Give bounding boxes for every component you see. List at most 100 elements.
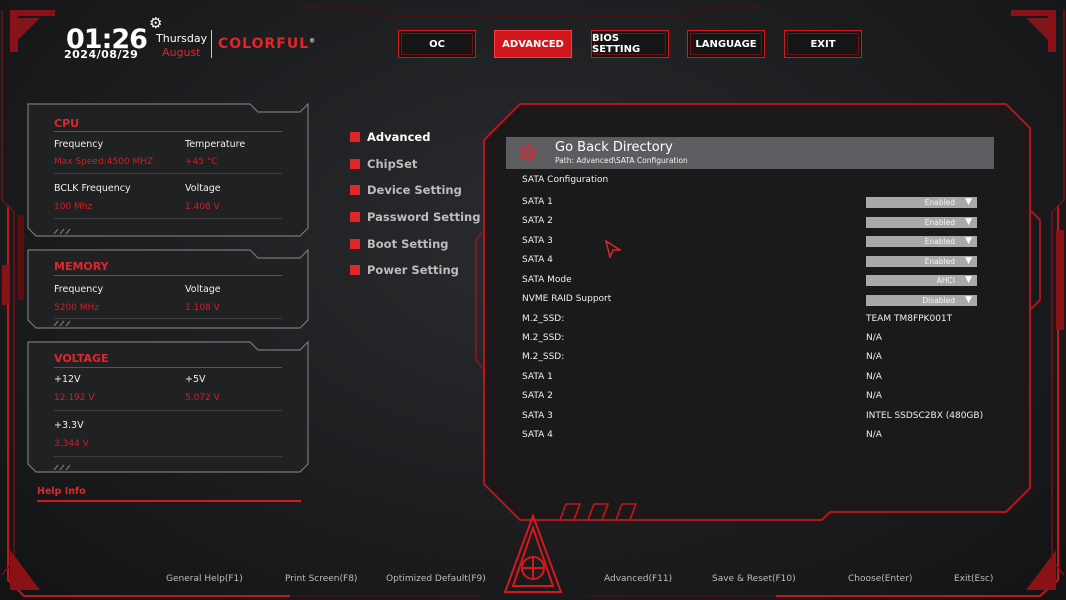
cpu-bottom-rule xyxy=(54,218,282,219)
cpu-temperature-label: Temperature xyxy=(185,139,246,150)
select-value: Enabled xyxy=(924,257,955,266)
menu-bullet-icon xyxy=(350,159,360,169)
select-sata4[interactable]: Enabled ▼ xyxy=(866,256,977,267)
select-sata2[interactable]: Enabled ▼ xyxy=(866,217,977,228)
footer-exit[interactable]: Exit(Esc) xyxy=(954,574,993,584)
mouse-cursor-icon xyxy=(605,240,621,258)
setting-label-sata1: SATA 1 xyxy=(522,197,553,207)
cpu-frequency-value: Max Speed:4500 MHZ xyxy=(54,157,154,167)
setting-label-nvme-raid: NVME RAID Support xyxy=(522,294,612,304)
voltage-bottom-rule xyxy=(54,456,282,457)
device-value-m2-3: N/A xyxy=(866,352,882,362)
menu-bullet-icon xyxy=(350,185,360,195)
setting-label-sata2: SATA 2 xyxy=(522,216,553,226)
menu-item-password-setting[interactable]: Password Setting xyxy=(350,210,480,224)
tab-advanced[interactable]: ADVANCED xyxy=(494,30,572,58)
device-label-sata4: SATA 4 xyxy=(522,430,553,440)
select-sata1[interactable]: Enabled ▼ xyxy=(866,197,977,208)
device-value-sata2: N/A xyxy=(866,391,882,401)
device-value-sata4: N/A xyxy=(866,430,882,440)
device-label-m2-3: M.2_SSD: xyxy=(522,352,565,362)
brand-divider xyxy=(211,30,212,58)
cpu-temperature-value: +45 °C xyxy=(185,157,218,167)
gear-icon[interactable]: ⚙ xyxy=(149,14,162,32)
voltage-33v-label: +3.3V xyxy=(54,420,84,431)
voltage-row-rule xyxy=(54,410,282,411)
device-label-sata2: SATA 2 xyxy=(522,391,553,401)
select-value: Enabled xyxy=(924,218,955,227)
select-sata-mode[interactable]: AHCI ▼ xyxy=(866,275,977,286)
section-title: SATA Configuration xyxy=(522,175,609,185)
voltage-5v-value: 5.072 V xyxy=(185,393,220,403)
breadcrumb-path: Path: Advanced\SATA Configuration xyxy=(555,156,688,165)
device-value-sata3: INTEL SSDSC2BX (480GB) xyxy=(866,411,984,421)
menu-item-label: Advanced xyxy=(367,130,431,144)
menu-item-boot-setting[interactable]: Boot Setting xyxy=(350,237,449,251)
footer-general-help[interactable]: General Help(F1) xyxy=(166,574,243,584)
voltage-12v-label: +12V xyxy=(54,374,81,385)
setting-label-sata4: SATA 4 xyxy=(522,255,553,265)
brand-logo: COLORFUL® xyxy=(218,36,317,52)
cpu-bclk-value: 100 Mhz xyxy=(54,202,93,212)
menu-item-label: Password Setting xyxy=(367,210,481,224)
voltage-12v-value: 12.192 V xyxy=(54,393,95,403)
device-label-sata1: SATA 1 xyxy=(522,372,553,382)
memory-title-rule xyxy=(54,275,282,276)
menu-item-label: Boot Setting xyxy=(367,237,449,251)
memory-panel-title: MEMORY xyxy=(54,260,109,273)
menu-item-device-setting[interactable]: Device Setting xyxy=(350,183,462,197)
voltage-33v-value: 3.344 V xyxy=(54,439,89,449)
menu-item-power-setting[interactable]: Power Setting xyxy=(350,263,459,277)
footer-optimized-default[interactable]: Optimized Default(F9) xyxy=(386,574,486,584)
menu-bullet-icon xyxy=(350,212,360,222)
device-value-m2-1: TEAM TM8FPK001T xyxy=(866,314,953,324)
device-label-sata3: SATA 3 xyxy=(522,411,553,421)
select-value: Enabled xyxy=(924,237,955,246)
voltage-5v-label: +5V xyxy=(185,374,206,385)
dropdown-arrow-icon: ▼ xyxy=(965,217,972,227)
cpu-title-rule xyxy=(54,131,282,132)
cpu-bclk-label: BCLK Frequency xyxy=(54,183,131,194)
tab-bios-setting[interactable]: BIOS SETTING xyxy=(591,30,669,58)
menu-bullet-icon xyxy=(350,132,360,142)
menu-item-label: Power Setting xyxy=(367,263,459,277)
select-nvme-raid[interactable]: Disabled ▼ xyxy=(866,295,977,306)
footer-advanced[interactable]: Advanced(F11) xyxy=(604,574,672,584)
memory-voltage-label: Voltage xyxy=(185,284,221,295)
setting-label-sata-mode: SATA Mode xyxy=(522,275,572,285)
footer-save-reset[interactable]: Save & Reset(F10) xyxy=(712,574,796,584)
device-value-sata1: N/A xyxy=(866,372,882,382)
select-value: Disabled xyxy=(922,296,955,305)
voltage-panel-title: VOLTAGE xyxy=(54,352,109,365)
tab-exit[interactable]: EXIT xyxy=(784,30,862,58)
go-back-directory-button[interactable]: Go Back Directory Path: Advanced\SATA Co… xyxy=(506,137,994,169)
cpu-voltage-label: Voltage xyxy=(185,183,221,194)
footer-print-screen[interactable]: Print Screen(F8) xyxy=(285,574,357,584)
select-sata3[interactable]: Enabled ▼ xyxy=(866,236,977,247)
go-back-title: Go Back Directory xyxy=(555,140,673,155)
menu-bullet-icon xyxy=(350,239,360,249)
month-label: August xyxy=(162,46,201,59)
select-value: AHCI xyxy=(936,276,955,285)
dropdown-arrow-icon: ▼ xyxy=(965,236,972,246)
menu-item-label: Device Setting xyxy=(367,183,462,197)
dropdown-arrow-icon: ▼ xyxy=(965,197,972,207)
memory-frequency-label: Frequency xyxy=(54,284,104,295)
menu-item-label: ChipSet xyxy=(367,157,418,171)
dropdown-arrow-icon: ▼ xyxy=(965,275,972,285)
menu-item-chipset[interactable]: ChipSet xyxy=(350,157,417,171)
help-info-title: Help Info xyxy=(37,486,86,497)
tab-oc[interactable]: OC xyxy=(398,30,476,58)
weekday-label: Thursday xyxy=(156,32,208,45)
footer-choose[interactable]: Choose(Enter) xyxy=(848,574,912,584)
tab-language[interactable]: LANGUAGE xyxy=(687,30,765,58)
memory-voltage-value: 1.108 V xyxy=(185,303,220,313)
memory-bottom-rule xyxy=(54,318,282,319)
cpu-row-rule xyxy=(54,173,282,174)
cpu-voltage-value: 1.408 V xyxy=(185,202,220,212)
memory-frequency-value: 5200 MHz xyxy=(54,303,100,313)
help-info-rule xyxy=(37,500,301,502)
device-label-m2-2: M.2_SSD: xyxy=(522,333,565,343)
menu-item-advanced[interactable]: Advanced xyxy=(350,130,430,144)
cpu-frequency-label: Frequency xyxy=(54,139,104,150)
